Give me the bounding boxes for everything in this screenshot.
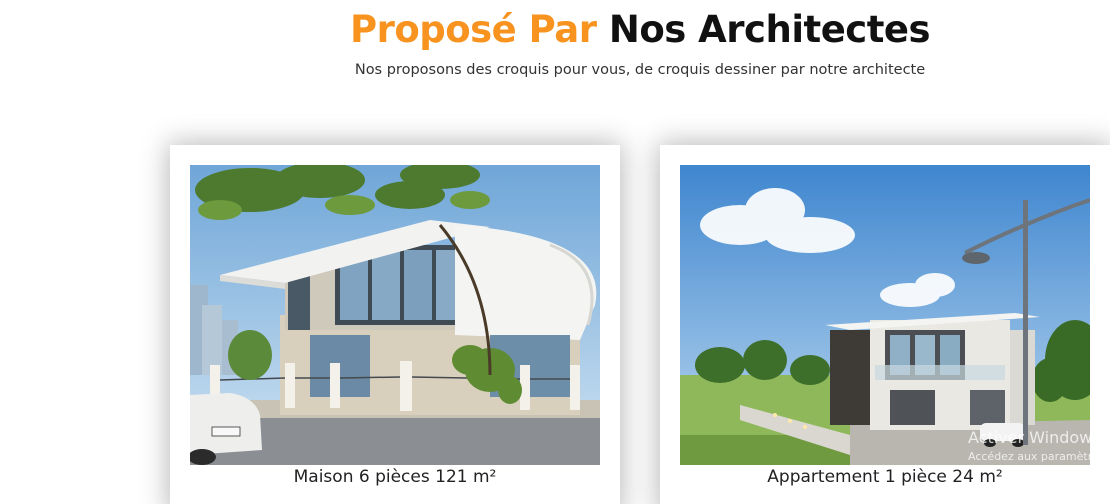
page: Proposé Par Nos Architectes Nos proposon… <box>0 0 1110 504</box>
house-rendering-image[interactable] <box>190 165 600 465</box>
section-heading: Proposé Par Nos Architectes <box>0 4 1110 56</box>
heading-accent-text: Proposé Par <box>349 8 597 51</box>
card-caption: Maison 6 pièces 121 m² <box>293 467 497 487</box>
apartment-rendering-image[interactable] <box>680 165 1090 465</box>
project-card-appartement[interactable]: Appartement 1 pièce 24 m² <box>660 145 1110 504</box>
section-subtitle: Nos proposons des croquis pour vous, de … <box>354 62 926 78</box>
heading-dark-text: Nos Architectes <box>608 8 931 51</box>
project-card-maison[interactable]: Maison 6 pièces 121 m² <box>170 145 620 504</box>
card-caption: Appartement 1 pièce 24 m² <box>767 467 1003 487</box>
